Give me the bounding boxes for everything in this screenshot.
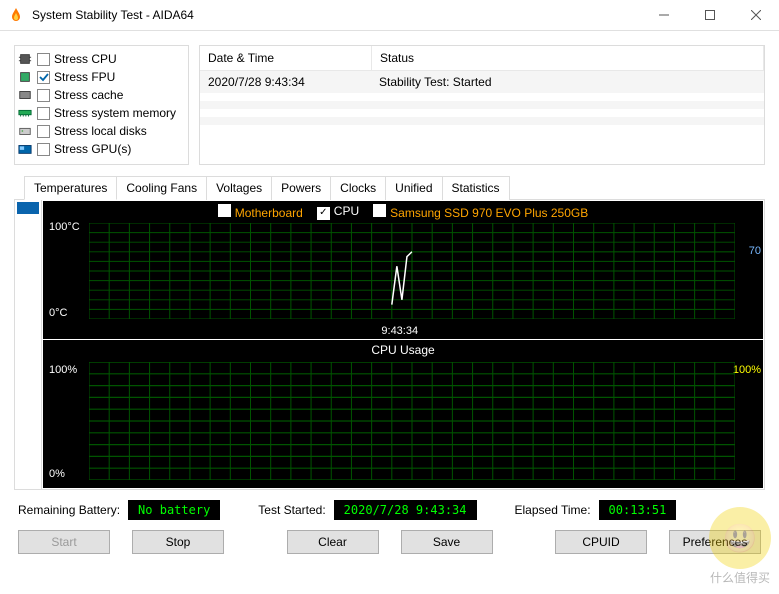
legend-item[interactable]: Motherboard [218,204,303,220]
app-icon [8,7,24,23]
legend-checkbox[interactable] [373,204,386,217]
cpu-ytop: 100% [49,364,77,376]
stress-checkbox-2[interactable] [37,89,50,102]
tab-temperatures[interactable]: Temperatures [24,176,117,200]
event-cell-date [200,101,371,109]
event-row[interactable] [200,109,764,117]
button-row: Start Stop Clear Save CPUID Preferences [14,520,765,564]
elapsed-label: Elapsed Time: [515,503,591,517]
event-cell-status [371,93,764,101]
stress-label-0: Stress CPU [54,52,117,66]
gpu-icon [17,142,33,156]
tab-powers[interactable]: Powers [271,176,331,200]
fpu-icon [17,70,33,84]
legend-label: CPU [334,204,359,218]
mem-icon [17,106,33,120]
save-button[interactable]: Save [401,530,493,554]
event-log-table: Date & Time Status 2020/7/28 9:43:34Stab… [199,45,765,165]
stress-label-1: Stress FPU [54,70,115,84]
tab-clocks[interactable]: Clocks [330,176,386,200]
start-button[interactable]: Start [18,530,110,554]
legend-checkbox[interactable] [218,204,231,217]
event-cell-date: 2020/7/28 9:43:34 [200,71,371,93]
window-title: System Stability Test - AIDA64 [32,8,641,22]
test-started-label: Test Started: [258,503,325,517]
stress-label-2: Stress cache [54,88,123,102]
cache-icon [17,88,33,102]
event-col-status[interactable]: Status [372,46,764,70]
tab-statistics[interactable]: Statistics [442,176,510,200]
close-button[interactable] [733,0,779,30]
temperature-chart: Motherboard CPU Samsung SSD 970 EVO Plus 2… [43,201,763,339]
legend-item[interactable]: CPU [317,204,359,220]
watermark-text: 什么值得买 [709,569,771,586]
event-row[interactable] [200,93,764,101]
stress-checkbox-5[interactable] [37,143,50,156]
minimize-button[interactable] [641,0,687,30]
stress-checkbox-4[interactable] [37,125,50,138]
status-row: Remaining Battery: No battery Test Start… [18,500,761,520]
temp-ybot: 0°C [49,307,67,319]
cpuid-button[interactable]: CPUID [555,530,647,554]
titlebar: System Stability Test - AIDA64 [0,0,779,31]
temp-marker-70: 70 [749,245,761,257]
event-cell-status [371,101,764,109]
temp-ytop: 100°C [49,221,80,233]
cpu-icon [17,52,33,66]
event-row[interactable] [200,101,764,109]
event-row[interactable] [200,117,764,125]
cpu-usage-title: CPU Usage [43,340,763,360]
cpu-right: 100% [733,364,761,376]
watermark-icon: 😃 [709,507,771,569]
stress-checkbox-1[interactable] [37,71,50,84]
stop-button[interactable]: Stop [132,530,224,554]
event-row[interactable]: 2020/7/28 9:43:34Stability Test: Started [200,71,764,93]
tab-cooling-fans[interactable]: Cooling Fans [116,176,207,200]
clear-button[interactable]: Clear [287,530,379,554]
legend-label: Samsung SSD 970 EVO Plus 250GB [390,206,588,220]
disk-icon [17,124,33,138]
stress-checkbox-3[interactable] [37,107,50,120]
graphs-panel: Motherboard CPU Samsung SSD 970 EVO Plus 2… [14,199,765,490]
graph-tabs: TemperaturesCooling FansVoltagesPowersCl… [24,175,765,199]
stress-label-5: Stress GPU(s) [54,142,131,156]
stress-label-4: Stress local disks [54,124,147,138]
legend-label: Motherboard [235,206,303,220]
event-cell-status: Stability Test: Started [371,71,764,93]
cpu-usage-chart: CPU Usage 100% 0% 100% [43,340,763,488]
event-cell-date [200,117,371,125]
legend-checkbox[interactable] [317,207,330,220]
battery-label: Remaining Battery: [18,503,120,517]
test-started-value: 2020/7/28 9:43:34 [334,500,477,520]
stress-checkbox-0[interactable] [37,53,50,66]
watermark: 😃 什么值得买 [709,507,771,586]
legend-item[interactable]: Samsung SSD 970 EVO Plus 250GB [373,204,588,220]
elapsed-value: 00:13:51 [599,500,677,520]
stress-label-3: Stress system memory [54,106,176,120]
maximize-button[interactable] [687,0,733,30]
event-cell-date [200,93,371,101]
tab-unified[interactable]: Unified [385,176,442,200]
device-list[interactable] [15,200,42,489]
stress-options-panel: Stress CPU Stress FPU Stress cache Stress s… [14,45,189,165]
tab-voltages[interactable]: Voltages [206,176,272,200]
event-col-datetime[interactable]: Date & Time [200,46,372,70]
event-cell-date [200,109,371,117]
event-cell-status [371,109,764,117]
cpu-ybot: 0% [49,468,65,480]
temp-x0: 9:43:34 [381,325,418,337]
event-cell-status [371,117,764,125]
battery-value: No battery [128,500,220,520]
